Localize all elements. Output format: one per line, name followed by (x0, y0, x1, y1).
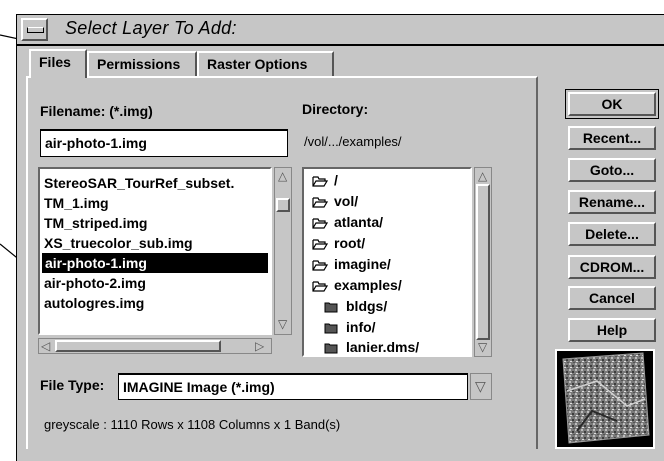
directory-label: Directory: (302, 101, 369, 117)
recent-button[interactable]: Recent... (568, 126, 656, 150)
file-list-hscroll-thumb[interactable] (55, 340, 221, 352)
closed-folder-icon (324, 343, 338, 354)
scroll-left-arrow-icon[interactable]: ◁ (41, 340, 50, 352)
directory-list-item[interactable]: bldgs/ (324, 296, 387, 317)
directory-list-item[interactable]: vol/ (312, 191, 358, 212)
file-list-item[interactable]: TM_striped.img (44, 213, 147, 233)
scroll-up-arrow-icon[interactable]: △ (478, 170, 487, 182)
directory-list-vscrollbar[interactable]: △ ▽ (474, 167, 492, 357)
tab-files[interactable]: Files (29, 49, 87, 78)
directory-list-item[interactable]: info/ (324, 317, 376, 338)
file-list-hscrollbar[interactable]: ◁ ▷ (38, 338, 272, 354)
directory-list-item[interactable]: / (312, 170, 338, 191)
file-type-dropdown-button[interactable]: ▽ (470, 373, 492, 400)
directory-list-item[interactable]: examples/ (312, 275, 402, 296)
window-menu-icon (27, 27, 44, 33)
tab-permissions[interactable]: Permissions (87, 51, 197, 77)
file-type-label: File Type: (40, 377, 105, 393)
chevron-down-icon: ▽ (475, 378, 486, 394)
ok-button[interactable]: OK (565, 89, 659, 119)
file-list-item[interactable]: StereoSAR_TourRef_subset. (44, 173, 234, 193)
open-folder-icon (312, 218, 328, 229)
rename-button[interactable]: Rename... (568, 190, 656, 214)
file-list-vscroll-thumb[interactable] (276, 198, 290, 212)
scroll-down-arrow-icon[interactable]: ▽ (278, 318, 287, 330)
file-list-item[interactable]: TM_1.img (44, 193, 109, 213)
cancel-button[interactable]: Cancel (568, 286, 656, 310)
scroll-up-arrow-icon[interactable]: △ (278, 170, 287, 182)
filename-label: Filename: (*.img) (40, 103, 153, 119)
aerial-photo-thumbnail (562, 352, 650, 444)
file-list-vscrollbar[interactable]: △ ▽ (274, 167, 292, 335)
directory-list-vscroll-thumb[interactable] (476, 184, 490, 340)
open-folder-icon (312, 260, 328, 271)
directory-list[interactable]: / vol/ atlanta/ root/ imagine/ examples/… (302, 167, 472, 357)
window-menu-button[interactable] (21, 18, 48, 41)
open-folder-icon (312, 176, 328, 187)
cdrom-button[interactable]: CDROM... (568, 255, 656, 279)
open-folder-icon (312, 239, 328, 250)
window-title: Select Layer To Add: (65, 18, 237, 38)
directory-list-item[interactable]: atlanta/ (312, 212, 383, 233)
file-list-item-selected[interactable]: air-photo-1.img (42, 253, 268, 273)
filename-input[interactable]: air-photo-1.img (40, 129, 288, 157)
directory-list-item[interactable]: lanier.dms/ (324, 337, 419, 358)
file-type-select[interactable]: IMAGINE Image (*.img) (118, 373, 468, 400)
file-list[interactable]: StereoSAR_TourRef_subset. TM_1.img TM_st… (38, 167, 272, 335)
file-list-item[interactable]: air-photo-2.img (44, 273, 146, 293)
closed-folder-icon (324, 323, 338, 334)
scroll-right-arrow-icon[interactable]: ▷ (255, 340, 264, 352)
tab-raster-options[interactable]: Raster Options (197, 51, 334, 77)
image-info-text: greyscale : 1110 Rows x 1108 Columns x 1… (44, 417, 341, 432)
closed-folder-icon (324, 302, 338, 313)
image-preview (555, 349, 655, 449)
directory-list-item[interactable]: imagine/ (312, 254, 391, 275)
title-bar: Select Layer To Add: (17, 15, 664, 46)
directory-path: /vol/.../examples/ (304, 134, 402, 149)
file-list-item[interactable]: autologres.img (44, 293, 144, 313)
goto-button[interactable]: Goto... (568, 158, 656, 182)
help-button[interactable]: Help (568, 318, 656, 342)
file-list-item[interactable]: XS_truecolor_sub.img (44, 233, 193, 253)
open-folder-icon (312, 197, 328, 208)
directory-list-item[interactable]: root/ (312, 233, 365, 254)
open-folder-icon (312, 281, 328, 292)
delete-button[interactable]: Delete... (568, 222, 656, 246)
scroll-down-arrow-icon[interactable]: ▽ (478, 341, 487, 353)
